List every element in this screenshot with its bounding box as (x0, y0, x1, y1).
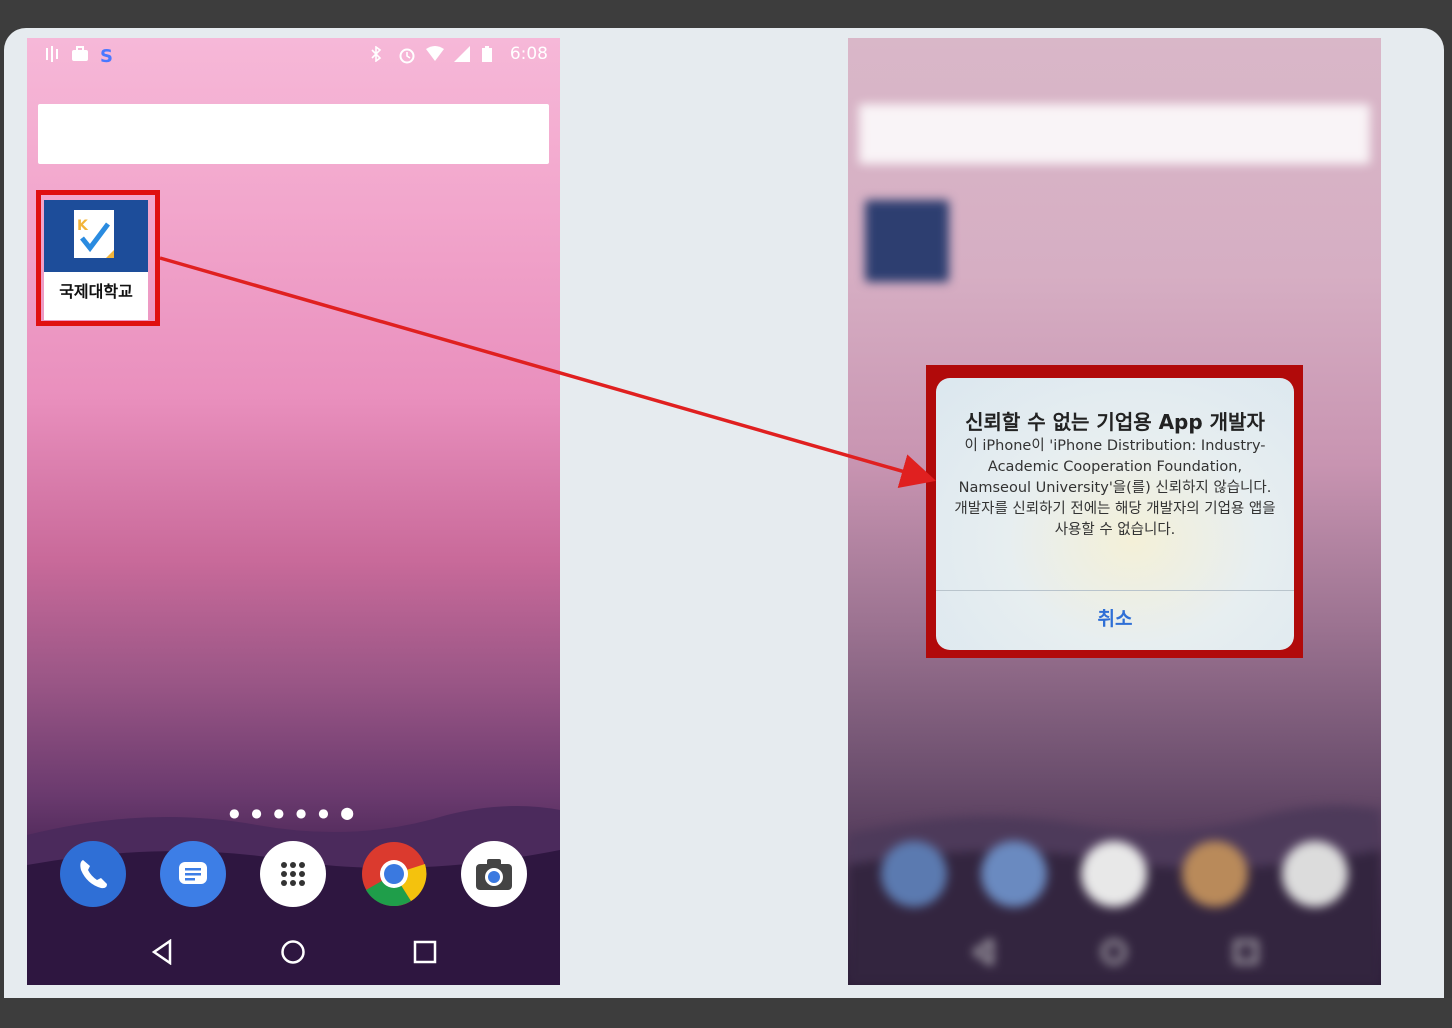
top-frame (0, 0, 1452, 30)
chrome-icon (1181, 841, 1248, 907)
dock (27, 838, 560, 910)
cancel-button[interactable]: 취소 (936, 604, 1294, 631)
search-widget[interactable] (38, 104, 549, 164)
app-icon-blurred (865, 200, 949, 282)
bottom-frame (0, 998, 1452, 1028)
alert-message: 이 iPhone이 'iPhone Distribution: Industry… (954, 438, 1276, 538)
phone-icon (881, 841, 948, 907)
untrusted-developer-alert: 신뢰할 수 없는 기업용 App 개발자 이 iPhone이 'iPhone D… (936, 378, 1294, 650)
svg-text:S: S (100, 46, 113, 64)
messages-icon (981, 841, 1048, 907)
vibrate-icon (43, 46, 61, 62)
bag-icon (71, 46, 89, 62)
status-time: 6:08 (509, 44, 548, 64)
phone-icon[interactable] (60, 841, 127, 907)
recents-icon (1234, 940, 1258, 968)
back-icon[interactable] (150, 938, 174, 969)
left-phone-screen: S 6:08 K 국제대학교 ● ● ● ● ● ⬤ (27, 38, 560, 985)
camera-icon[interactable] (460, 841, 527, 907)
app-drawer-icon[interactable] (260, 841, 327, 907)
dock (848, 838, 1381, 910)
wifi-icon (425, 46, 444, 62)
alert-title: 신뢰할 수 없는 기업용 App 개발자 (965, 410, 1265, 434)
app-drawer-icon (1081, 841, 1148, 907)
search-widget (859, 104, 1370, 164)
camera-icon (1281, 841, 1348, 907)
nav-bar (27, 924, 560, 984)
alert-divider (936, 590, 1294, 591)
nav-bar (848, 924, 1381, 984)
s-app-icon: S (99, 46, 117, 67)
signal-icon (453, 46, 472, 62)
alarm-icon (398, 46, 416, 64)
recents-icon[interactable] (413, 940, 437, 968)
home-icon (1101, 939, 1127, 969)
back-icon (971, 938, 995, 969)
bluetooth-icon (370, 45, 388, 63)
page-indicator: ● ● ● ● ● ⬤ (229, 806, 358, 820)
app-icon-highlight (36, 190, 160, 326)
messages-icon[interactable] (160, 841, 227, 907)
battery-icon (481, 46, 500, 62)
home-icon[interactable] (280, 939, 306, 969)
status-bar: S 6:08 (27, 38, 560, 70)
chrome-icon[interactable] (361, 841, 427, 907)
